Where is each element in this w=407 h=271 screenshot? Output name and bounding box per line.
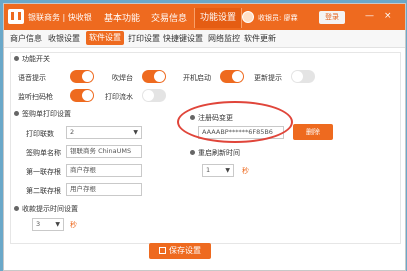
login-button[interactable]: 登录	[319, 11, 345, 24]
slip-name-input[interactable]: 银联商务 ChinaUMS	[66, 145, 142, 158]
subtab-network-monitor[interactable]: 网络监控	[208, 33, 240, 44]
subtab-hotkey-settings[interactable]: 快捷键设置	[163, 33, 203, 44]
section-bullet-icon	[190, 150, 195, 155]
second-copy-input[interactable]: 用户存根	[66, 183, 142, 196]
section-bullet-icon	[14, 111, 19, 116]
tip-time-unit: 秒	[70, 221, 77, 229]
scanner-listen-toggle[interactable]	[70, 89, 94, 102]
slip-name-label: 签购单名称	[26, 149, 61, 157]
save-label: 保存设置	[169, 246, 201, 255]
print-log-label: 打印流水	[105, 93, 133, 101]
cashier-name: 收银员: 廖霖	[258, 14, 298, 22]
print-log-toggle[interactable]	[142, 89, 166, 102]
solder-toggle[interactable]	[142, 70, 166, 83]
tab-basic-functions[interactable]: 基本功能	[104, 11, 140, 24]
user-avatar-icon	[242, 11, 254, 23]
brand-name: 银联商务 | 快收银	[28, 13, 92, 22]
tab-transaction-info[interactable]: 交易信息	[151, 11, 187, 24]
update-prompt-toggle[interactable]	[291, 70, 315, 83]
section-bullet-icon	[14, 56, 19, 61]
top-bar: 银联商务 | 快收银 基本功能 交易信息 功能设置 收银员: 廖霖 登录 — ×	[4, 4, 405, 30]
app-window: 银联商务 | 快收银 基本功能 交易信息 功能设置 收银员: 廖霖 登录 — ×…	[3, 3, 406, 271]
highlight-annotation-circle	[177, 101, 293, 143]
first-copy-input[interactable]: 商户存根	[66, 164, 142, 177]
tip-time-title: 收款提示时间设置	[22, 205, 78, 213]
copies-select[interactable]: 2 ▼	[66, 126, 142, 139]
scanner-listen-label: 监听扫码枪	[18, 93, 53, 101]
copies-label: 打印联数	[26, 130, 54, 138]
refresh-select[interactable]: 1 ▼	[202, 164, 234, 177]
close-icon[interactable]: ×	[384, 10, 392, 22]
solder-label: 吹焊台	[112, 74, 133, 82]
second-copy-label: 第二联存根	[26, 187, 61, 195]
tip-time-select[interactable]: 3 ▼	[32, 218, 64, 231]
chevron-down-icon: ▼	[133, 129, 138, 136]
print-settings-title: 签购单打印设置	[22, 110, 71, 118]
refresh-unit: 秒	[242, 167, 249, 175]
subtab-cashier-settings[interactable]: 收银设置	[48, 33, 80, 44]
section-bullet-icon	[14, 206, 19, 211]
subtab-print-settings[interactable]: 打印设置	[128, 33, 160, 44]
subtab-software-settings[interactable]: 软件设置	[86, 31, 124, 45]
auto-start-toggle[interactable]	[220, 70, 244, 83]
refresh-value: 1	[206, 166, 211, 174]
copies-value: 2	[70, 128, 75, 136]
settings-subnav: 商户信息 收银设置 软件设置 打印设置 快捷键设置 网络监控 软件更新	[4, 30, 405, 48]
refresh-title: 重启刷新时间	[198, 149, 240, 157]
voice-prompt-label: 语音提示	[18, 74, 46, 82]
first-copy-label: 第一联存根	[26, 168, 61, 176]
subtab-software-update[interactable]: 软件更新	[244, 33, 276, 44]
tip-time-value: 3	[36, 220, 41, 228]
delete-button[interactable]: 删除	[293, 124, 333, 140]
tab-function-settings[interactable]: 功能设置	[194, 8, 243, 28]
auto-start-label: 开机启动	[183, 74, 211, 82]
save-icon	[159, 247, 166, 254]
chevron-down-icon: ▼	[55, 221, 60, 228]
subtab-merchant-info[interactable]: 商户信息	[10, 33, 42, 44]
save-settings-button[interactable]: 保存设置	[149, 243, 211, 259]
function-switch-title: 功能开关	[22, 55, 50, 63]
minimize-icon[interactable]: —	[365, 10, 374, 22]
update-prompt-label: 更新提示	[254, 74, 282, 82]
brand-logo-icon	[8, 9, 24, 24]
voice-prompt-toggle[interactable]	[70, 70, 94, 83]
chevron-down-icon: ▼	[225, 167, 230, 174]
